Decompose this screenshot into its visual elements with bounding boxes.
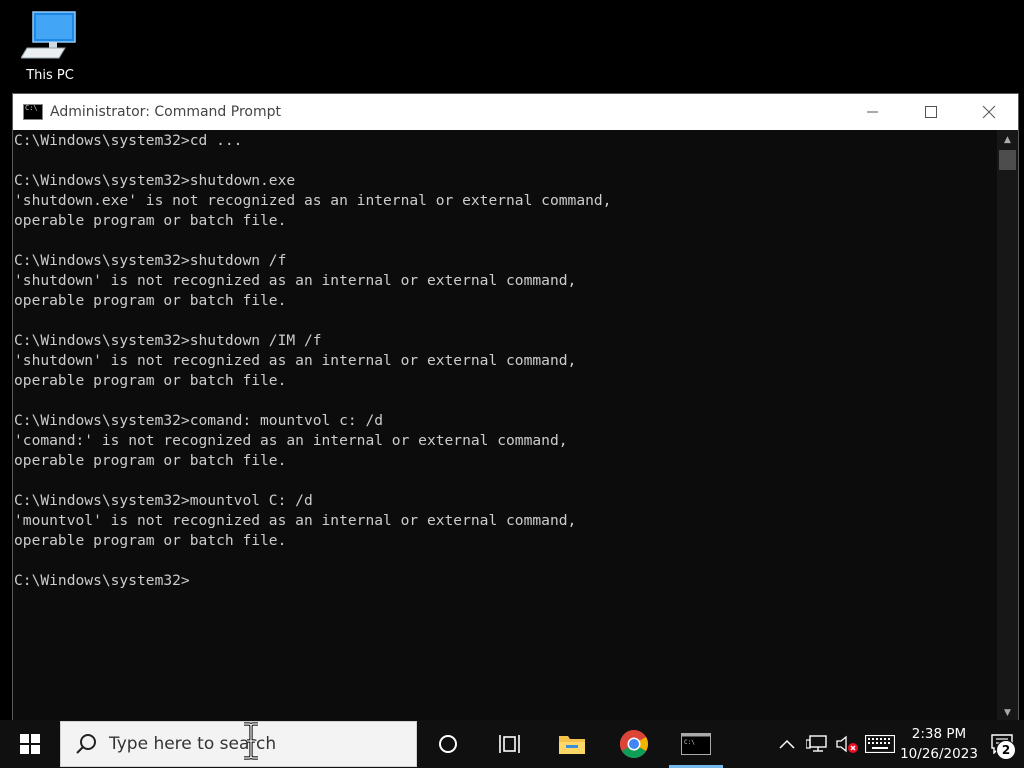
console-output[interactable]: C:\Windows\system32>cd ... C:\Windows\sys… — [13, 130, 997, 723]
close-icon — [982, 105, 996, 119]
show-hidden-icons-button[interactable] — [772, 720, 802, 768]
touch-keyboard-button[interactable] — [862, 720, 898, 768]
search-placeholder: Type here to search — [109, 734, 277, 754]
command-prompt-window[interactable]: Administrator: Command Prompt C:\Windows… — [12, 93, 1019, 723]
console-line: 'comand:' is not recognized as an intern… — [14, 432, 568, 449]
desktop-icon-label: This PC — [26, 68, 74, 83]
console-line: 'shutdown.exe' is not recognized as an i… — [14, 192, 612, 209]
scroll-down-arrow-icon[interactable]: ▼ — [997, 705, 1018, 721]
keyboard-icon — [865, 735, 895, 753]
notification-count-badge: 2 — [996, 740, 1016, 760]
command-prompt-icon — [23, 104, 43, 120]
console-line: operable program or batch file. — [14, 372, 287, 389]
minimize-button[interactable] — [844, 94, 902, 130]
system-tray: 2:38 PM 10/26/2023 2 — [772, 720, 1024, 768]
console-line: C:\Windows\system32>comand: mountvol c: … — [14, 412, 384, 429]
this-pc-icon — [21, 11, 76, 59]
start-button[interactable] — [0, 720, 60, 768]
close-button[interactable] — [960, 94, 1018, 130]
vertical-scrollbar[interactable]: ▲ ▼ — [997, 130, 1018, 723]
scrollbar-thumb[interactable] — [999, 150, 1016, 170]
console-line: operable program or batch file. — [14, 532, 287, 549]
task-view-button[interactable] — [479, 720, 541, 768]
console-line: operable program or batch file. — [14, 452, 287, 469]
minimize-icon — [867, 111, 878, 113]
windows-logo-icon — [20, 734, 40, 754]
console-line: C:\Windows\system32>mountvol C: /d — [14, 492, 313, 509]
console-line: 'shutdown' is not recognized as an inter… — [14, 272, 577, 289]
network-icon — [806, 735, 827, 752]
search-icon — [76, 734, 96, 754]
console-line: C:\Windows\system32>shutdown /IM /f — [14, 332, 322, 349]
maximize-button[interactable] — [902, 94, 960, 130]
console-line: operable program or batch file. — [14, 212, 287, 229]
window-titlebar[interactable]: Administrator: Command Prompt — [13, 94, 1018, 130]
cortana-circle-icon — [439, 735, 457, 753]
command-prompt-taskbar-button[interactable]: C:\ — [665, 720, 727, 768]
svg-text:C:\: C:\ — [684, 739, 695, 746]
desktop-icon-this-pc[interactable]: This PC — [18, 10, 82, 83]
taskbar-search-box[interactable]: Type here to search — [60, 721, 417, 767]
scroll-up-arrow-icon[interactable]: ▲ — [997, 132, 1018, 148]
console-line: operable program or batch file. — [14, 292, 287, 309]
chrome-button[interactable] — [603, 720, 665, 768]
taskbar: Type here to search C:\ 2:38 PM 10/26/20… — [0, 720, 1024, 768]
console-line: C:\Windows\system32>shutdown.exe — [14, 172, 296, 189]
task-view-icon — [499, 735, 520, 753]
file-explorer-button[interactable] — [541, 720, 603, 768]
console-line: 'mountvol' is not recognized as an inter… — [14, 512, 577, 529]
volume-button[interactable] — [832, 720, 862, 768]
volume-muted-icon — [836, 735, 858, 753]
command-prompt-icon: C:\ — [681, 733, 711, 755]
console-line: C:\Windows\system32>shutdown /f — [14, 252, 287, 269]
window-title: Administrator: Command Prompt — [50, 104, 281, 120]
maximize-icon — [925, 106, 937, 118]
cortana-button[interactable] — [417, 720, 479, 768]
chevron-up-icon — [779, 739, 795, 749]
console-line: C:\Windows\system32> — [14, 572, 190, 589]
clock-date: 10/26/2023 — [900, 746, 978, 762]
taskbar-clock[interactable]: 2:38 PM 10/26/2023 — [898, 724, 980, 764]
console-line: C:\Windows\system32>cd ... — [14, 132, 243, 149]
console-line: 'shutdown' is not recognized as an inter… — [14, 352, 577, 369]
folder-icon — [559, 736, 585, 754]
clock-time: 2:38 PM — [911, 726, 967, 742]
chrome-icon — [620, 730, 648, 758]
action-center-button[interactable]: 2 — [980, 720, 1024, 768]
network-button[interactable] — [802, 720, 832, 768]
